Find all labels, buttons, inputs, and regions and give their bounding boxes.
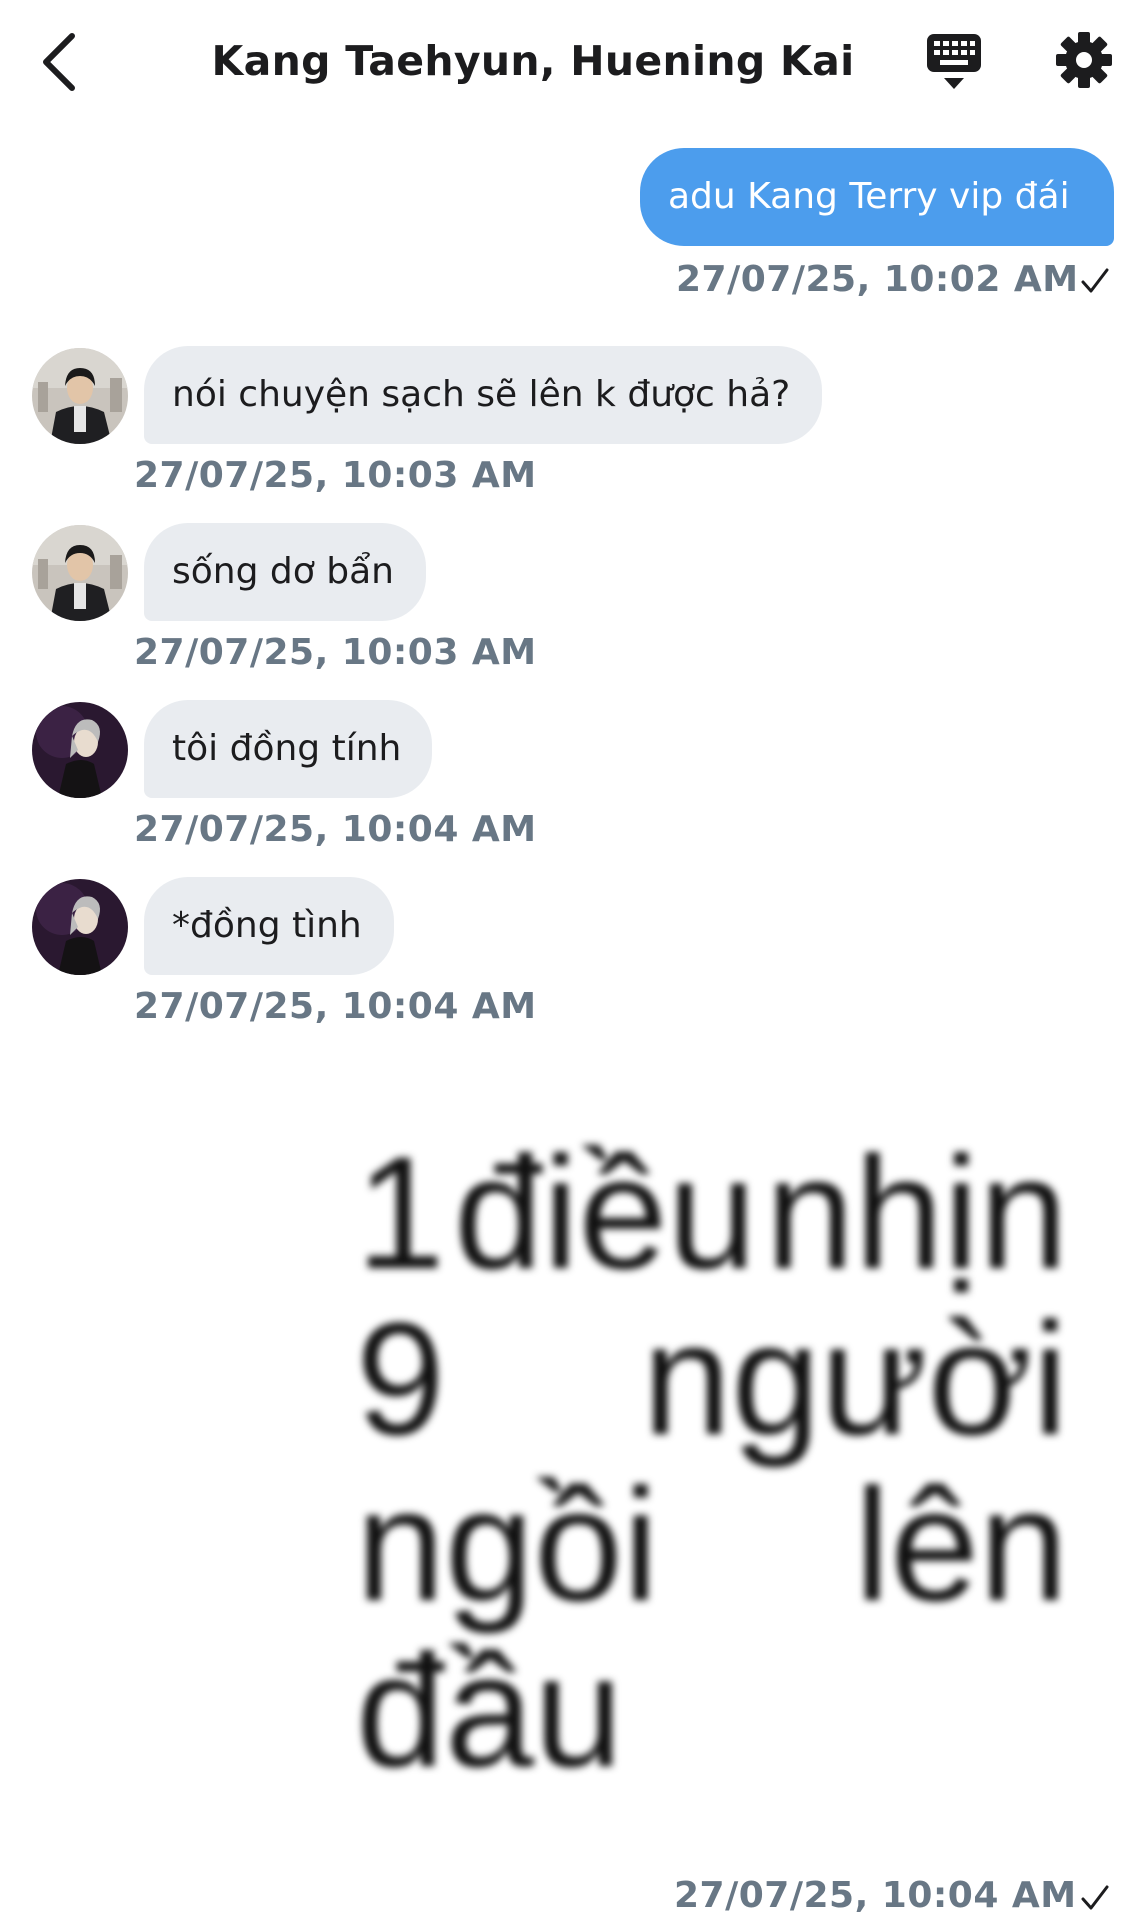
image-message[interactable]: 1 điều nhịn 9 người ngồi lên đầu [356,1130,1068,1794]
sent-check-icon [1081,1885,1109,1910]
keyboard-button[interactable] [925,30,983,92]
avatar[interactable] [32,525,128,621]
sent-check-icon [1081,268,1109,293]
image-word: người [642,1289,1068,1468]
message-text: *đồng tình [172,905,362,946]
chat-header: Kang Taehyun, Huening Kai [0,0,1146,120]
message-text: nói chuyện sạch sẽ lên k được hả? [172,374,791,415]
gear-icon [1056,32,1112,88]
message-timestamp: 27/07/25, 10:04 AM [134,809,537,850]
image-word: lên [854,1455,1068,1634]
image-text-line: đầu [356,1628,1068,1794]
message-text: sống dơ bẩn [172,551,394,592]
avatar-photo [32,348,128,444]
chat-title: Kang Taehyun, Huening Kai [211,37,855,85]
incoming-message-bubble[interactable]: *đồng tình [144,877,394,975]
image-text-line: ngồi lên [356,1462,1068,1628]
avatar[interactable] [32,348,128,444]
avatar-photo [32,879,128,975]
chevron-left-icon [43,33,75,91]
incoming-message-bubble[interactable]: nói chuyện sạch sẽ lên k được hả? [144,346,822,444]
avatar-photo [32,702,128,798]
message-timestamp: 27/07/25, 10:03 AM [134,632,537,673]
keyboard-icon [927,34,981,89]
image-word: 9 [356,1289,445,1468]
message-timestamp: 27/07/25, 10:04 AM [134,986,537,1027]
message-timestamp: 27/07/25, 10:03 AM [134,455,537,496]
message-timestamp: 27/07/25, 10:04 AM [674,1875,1077,1916]
message-timestamp: 27/07/25, 10:02 AM [676,259,1079,300]
message-text: adu Kang Terry vip đái [668,176,1070,217]
settings-button[interactable] [1054,30,1114,90]
image-word: điều [453,1123,757,1302]
image-text-line: 1 điều nhịn [356,1130,1068,1296]
avatar[interactable] [32,702,128,798]
image-word: đầu [356,1621,623,1800]
incoming-message-bubble[interactable]: sống dơ bẩn [144,523,426,621]
outgoing-message-bubble[interactable]: adu Kang Terry vip đái [640,148,1114,246]
avatar[interactable] [32,879,128,975]
image-word: nhịn [765,1123,1068,1302]
back-button[interactable] [36,28,86,96]
avatar-photo [32,525,128,621]
image-text-line: 9 người [356,1296,1068,1462]
image-word: 1 [356,1123,445,1302]
message-text: tôi đồng tính [172,728,402,769]
incoming-message-bubble[interactable]: tôi đồng tính [144,700,432,798]
image-word: ngồi [356,1455,659,1634]
